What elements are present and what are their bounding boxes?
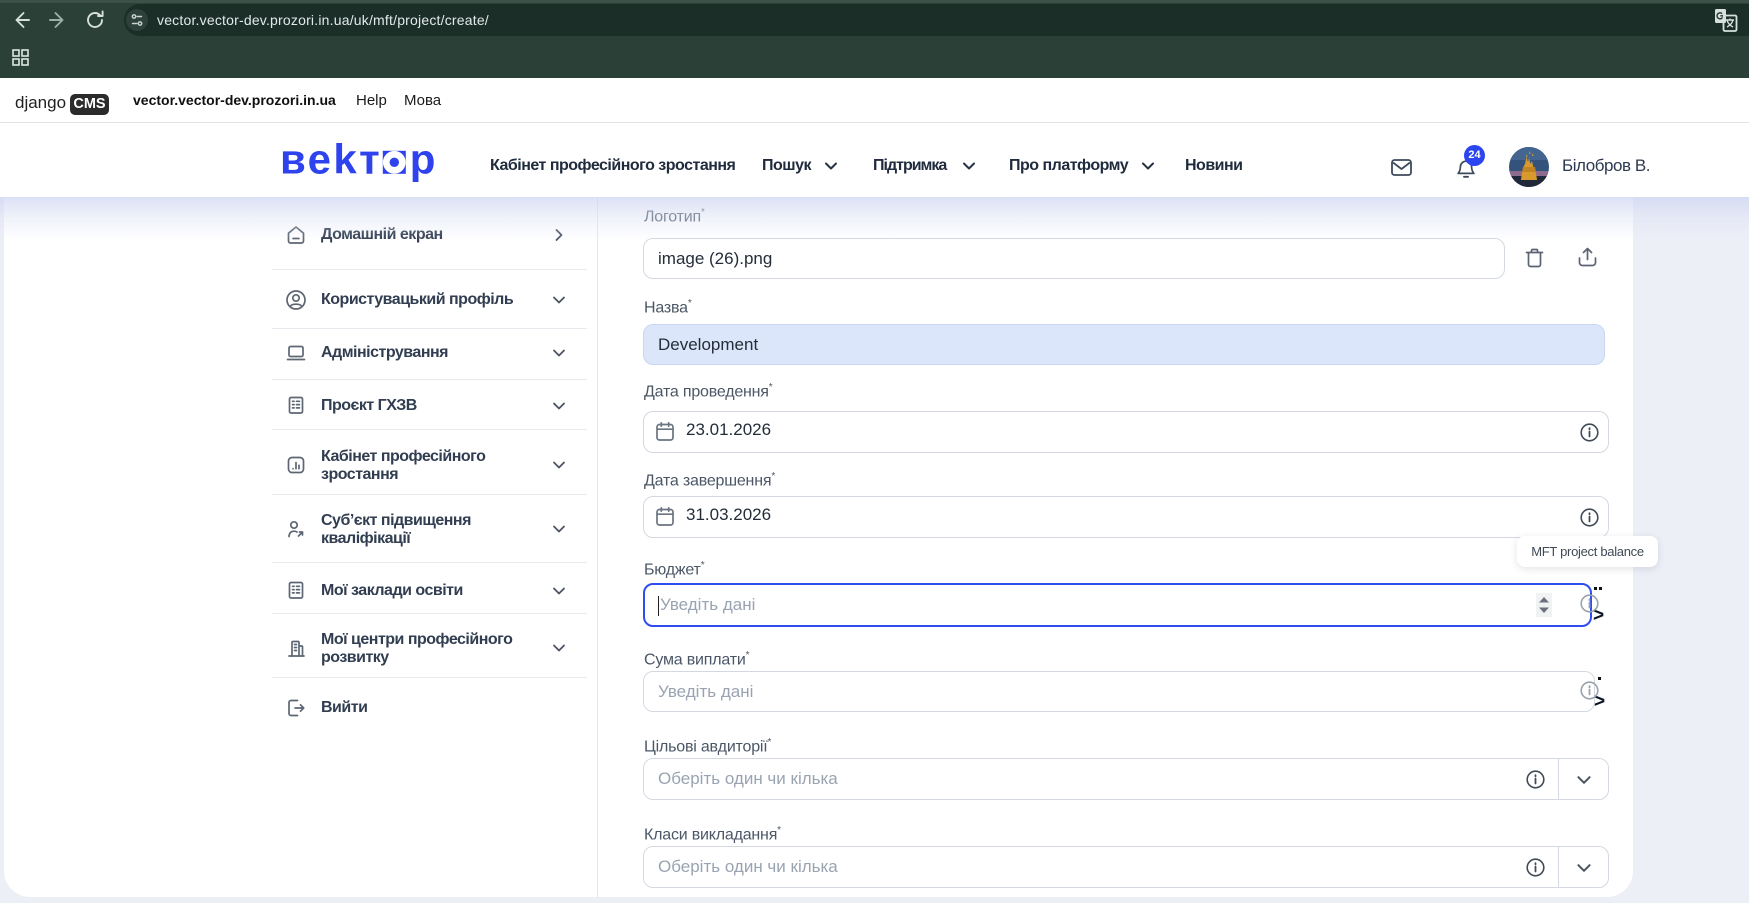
svg-text:р: р <box>410 136 436 183</box>
svg-text:веkт: веkт <box>280 136 382 183</box>
